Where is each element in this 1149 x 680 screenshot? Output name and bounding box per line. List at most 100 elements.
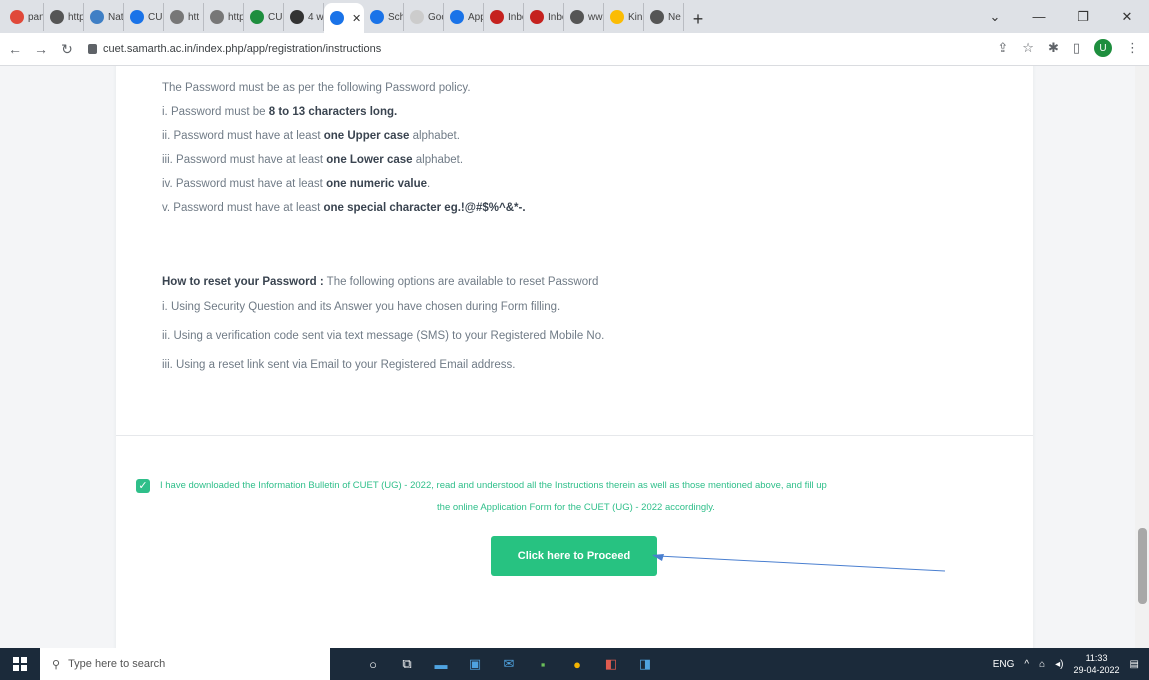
windows-taskbar: ⚲ Type here to search ○ ⧉ ▬ ▣ ✉ ▪ ● ◧ ◨ … [0,648,1149,680]
clock-time: 11:33 [1085,653,1108,663]
new-tab-button[interactable]: + [684,5,712,33]
tab-search-icon[interactable]: ⌄ [973,0,1017,33]
url-text: cuet.samarth.ac.in/index.php/app/registr… [103,43,382,55]
policy-rule-emphasis: one Upper case [323,130,410,142]
browser-tab[interactable]: Inbo [484,3,524,31]
task-view-icon[interactable]: ⧉ [394,651,420,677]
policy-rule-emphasis: one numeric value [326,178,428,190]
agreement-text-line1: I have downloaded the Information Bullet… [160,480,827,491]
window-controls: ⌄ — ❐ ✕ [973,0,1149,33]
tab-favicon-icon [330,11,344,25]
word-icon[interactable]: ◨ [632,651,658,677]
profile-avatar[interactable]: U [1094,39,1112,57]
tab-label: Inbo [548,11,563,23]
windows-logo-icon [13,657,27,671]
policy-rule-emphasis: one Lower case [326,154,413,166]
browser-tab[interactable]: CUI [124,3,164,31]
reset-option: iii. Using a reset link sent via Email t… [162,359,516,371]
policy-intro: The Password must be as per the followin… [162,82,471,94]
app-icon[interactable]: ▪ [530,651,556,677]
browser-tab[interactable]: Inbo [524,3,564,31]
browser-toolbar: ← → ↻ cuet.samarth.ac.in/index.php/app/r… [0,33,1149,66]
tab-favicon-icon [530,10,544,24]
taskbar-search-placeholder: Type here to search [68,658,166,670]
maximize-icon[interactable]: ❐ [1061,0,1105,33]
close-tab-icon[interactable]: ✕ [352,12,361,25]
agreement-text-line2: the online Application Form for the CUET… [437,502,715,513]
browser-tab[interactable]: Ne [644,3,684,31]
tab-label: CUI [148,11,164,23]
tab-label: Goo [428,11,443,23]
start-button[interactable] [0,648,40,680]
browser-tab[interactable]: ✕ [324,3,364,33]
policy-rule-suffix: . [427,178,431,190]
proceed-button[interactable]: Click here to Proceed [491,536,657,576]
cortana-icon[interactable]: ○ [360,651,386,677]
mail-icon[interactable]: ✉ [496,651,522,677]
browser-tab[interactable]: CUI [244,3,284,31]
app-icon[interactable]: ▬ [428,651,454,677]
back-icon[interactable]: ← [4,41,26,57]
search-icon: ⚲ [52,658,61,671]
tab-favicon-icon [10,10,24,24]
tab-favicon-icon [130,10,144,24]
reset-heading-rest: The following options are available to r… [323,276,599,288]
reset-heading: How to reset your Password : [162,276,324,288]
tab-label: http [228,11,244,23]
lock-icon [88,44,97,54]
network-icon[interactable]: ⌂ [1039,659,1045,670]
browser-tab[interactable]: Nat [84,3,124,31]
menu-icon[interactable]: ⋮ [1126,40,1139,56]
policy-rule-text: iv. Password must have at least [162,178,327,190]
policy-rule-suffix: alphabet. [412,154,464,166]
tab-favicon-icon [610,10,624,24]
extensions-icon[interactable]: ✱ [1048,40,1059,56]
close-window-icon[interactable]: ✕ [1105,0,1149,33]
share-icon[interactable]: ⇪ [997,40,1008,56]
app-icon[interactable]: ◧ [598,651,624,677]
browser-tab[interactable]: http [44,3,84,31]
clock[interactable]: 11:33 29-04-2022 [1074,652,1120,676]
language-indicator[interactable]: ENG [993,659,1015,670]
tab-favicon-icon [650,10,664,24]
tab-label: Nat [108,11,124,23]
taskbar-search[interactable]: ⚲ Type here to search [40,648,330,680]
policy-rule-text: i. Password must be [162,106,269,118]
notifications-icon[interactable]: ▤ [1130,659,1139,670]
browser-tab[interactable]: Sch [364,3,404,31]
reset-heading-line: How to reset your Password : The followi… [162,276,598,288]
minimize-icon[interactable]: — [1017,0,1061,33]
tab-favicon-icon [90,10,104,24]
browser-tab[interactable]: Kin [604,3,644,31]
forward-icon[interactable]: → [30,41,52,57]
sidepanel-icon[interactable]: ▯ [1073,40,1080,56]
toolbar-icons: ⇪ ☆ ✱ ▯ U ⋮ [997,39,1139,57]
store-icon[interactable]: ▣ [462,651,488,677]
volume-icon[interactable]: ◂) [1055,659,1063,670]
agreement-checkbox[interactable]: ✓ [136,479,150,493]
browser-tab[interactable]: pan [4,3,44,31]
browser-tab[interactable]: htt [164,3,204,31]
page-scrollbar[interactable] [1135,66,1149,648]
tab-favicon-icon [570,10,584,24]
policy-rule-text: v. Password must have at least [162,202,324,214]
bookmark-star-icon[interactable]: ☆ [1022,40,1034,56]
browser-tab[interactable]: App [444,3,484,31]
tab-favicon-icon [490,10,504,24]
browser-tab[interactable]: 4 w [284,3,324,31]
reset-option: i. Using Security Question and its Answe… [162,301,561,313]
scrollbar-thumb[interactable] [1138,528,1147,604]
tab-label: Inbo [508,11,523,23]
annotation-arrow [652,554,946,572]
tray-chevron-icon[interactable]: ^ [1024,659,1029,670]
browser-tab[interactable]: http [204,3,244,31]
chrome-icon[interactable]: ● [564,651,590,677]
policy-rule-text: ii. Password must have at least [162,130,324,142]
address-bar[interactable]: cuet.samarth.ac.in/index.php/app/registr… [88,38,1018,60]
browser-tab[interactable]: Goo [404,3,444,31]
browser-tab[interactable]: ww [564,3,604,31]
policy-rule: v. Password must have at least one speci… [162,202,526,214]
reload-icon[interactable]: ↻ [56,41,78,58]
tab-label: pan [28,11,44,23]
tab-label: Ne [668,11,681,23]
